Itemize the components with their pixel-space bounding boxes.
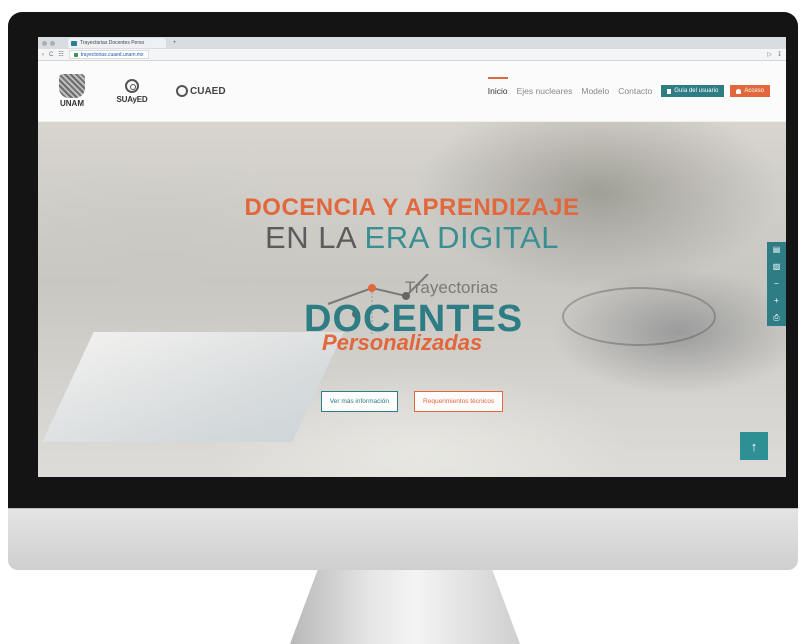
browser-urlbar: ‹ C ☷ trayectorias.cuaed.unam.mx ▷ ↧	[38, 49, 786, 61]
suayed-logo-text: SUAyED	[116, 94, 148, 104]
technical-requirements-button[interactable]: Requerimientos técnicos	[414, 391, 504, 412]
window-control-icon[interactable]	[50, 40, 55, 46]
hero-title-line2-a: EN LA	[265, 220, 365, 255]
accessibility-toolbar: ▤ ▨ − + ⎙	[767, 242, 786, 326]
unam-crest-icon	[59, 74, 85, 98]
address-input[interactable]: trayectorias.cuaed.unam.mx	[68, 50, 149, 59]
browser-actions: ▷ ↧	[767, 51, 782, 58]
nav-item-contacto[interactable]: Contacto	[618, 86, 652, 96]
more-info-button[interactable]: Ver más información	[320, 391, 399, 412]
suayed-ring-icon	[125, 78, 139, 93]
screen: Trayectorias Docentes Perso + ‹ C ☷ tray…	[38, 37, 786, 477]
hero-title-line2-b: ERA DIGITAL	[364, 220, 559, 255]
browser-tabbar: Trayectorias Docentes Perso +	[38, 37, 786, 49]
access-button[interactable]: Acceso	[730, 85, 770, 97]
nav-item-ejes-nucleares[interactable]: Ejes nucleares	[517, 86, 573, 96]
lock-icon	[73, 52, 78, 57]
logo-word-trayectorias: Trayectorias	[405, 278, 498, 297]
apps-grid-icon[interactable]: ☷	[58, 51, 63, 58]
hero-actions: Ver más información Requerimientos técni…	[38, 391, 786, 412]
document-icon[interactable]: ▤	[773, 246, 781, 254]
reload-button[interactable]: C	[49, 52, 53, 58]
file-icon[interactable]: ▨	[773, 263, 781, 271]
new-tab-button[interactable]: +	[173, 40, 177, 46]
monitor-stand	[290, 570, 520, 644]
cuaed-ring-icon	[176, 85, 188, 97]
hero-title-line2: EN LA ERA DIGITAL	[38, 220, 786, 256]
print-icon[interactable]: ⎙	[773, 314, 779, 322]
site-header: UNAM SUAyED CUAED Inicio Ejes nucleares …	[38, 61, 786, 122]
back-button[interactable]: ‹	[42, 52, 44, 58]
monitor-chin	[8, 508, 798, 570]
suayed-logo[interactable]: SUAyED	[106, 78, 158, 104]
nav-item-modelo[interactable]: Modelo	[581, 86, 609, 96]
cuaed-logo-text: CUAED	[190, 85, 226, 97]
arrow-up-icon: ↑	[750, 438, 758, 454]
access-label: Acceso	[744, 88, 764, 94]
extension-icon[interactable]: ▷	[767, 51, 772, 58]
trayectorias-docentes-logo: Trayectorias DOCENTES Personalizadas	[300, 274, 530, 364]
zoom-in-icon[interactable]: +	[774, 297, 779, 305]
hero-title-line1: DOCENCIA Y APRENDIZAJE	[244, 194, 580, 221]
browser-tab[interactable]: Trayectorias Docentes Perso	[68, 38, 166, 48]
zoom-out-icon[interactable]: −	[774, 280, 779, 288]
tab-title: Trayectorias Docentes Perso	[80, 40, 145, 46]
user-guide-label: Guía del usuario	[674, 88, 719, 94]
book-icon	[667, 88, 672, 94]
cuaed-logo[interactable]: CUAED	[176, 85, 226, 97]
nav-item-inicio[interactable]: Inicio	[487, 77, 508, 96]
download-icon[interactable]: ↧	[777, 51, 782, 58]
main-nav: Inicio Ejes nucleares Modelo Contacto Gu…	[487, 77, 770, 97]
hero-banner: DOCENCIA Y APRENDIZAJE EN LA ERA DIGITAL…	[38, 122, 786, 477]
url-text: trayectorias.cuaed.unam.mx	[80, 51, 144, 58]
user-icon	[736, 88, 742, 94]
favicon-icon	[71, 40, 77, 46]
unam-logo-text: UNAM	[60, 99, 84, 108]
back-to-top-button[interactable]: ↑	[740, 432, 768, 460]
unam-logo[interactable]: UNAM	[54, 74, 90, 108]
logo-word-personalizadas: Personalizadas	[322, 330, 483, 355]
user-guide-button[interactable]: Guía del usuario	[661, 85, 725, 97]
window-control-icon[interactable]	[42, 40, 47, 46]
